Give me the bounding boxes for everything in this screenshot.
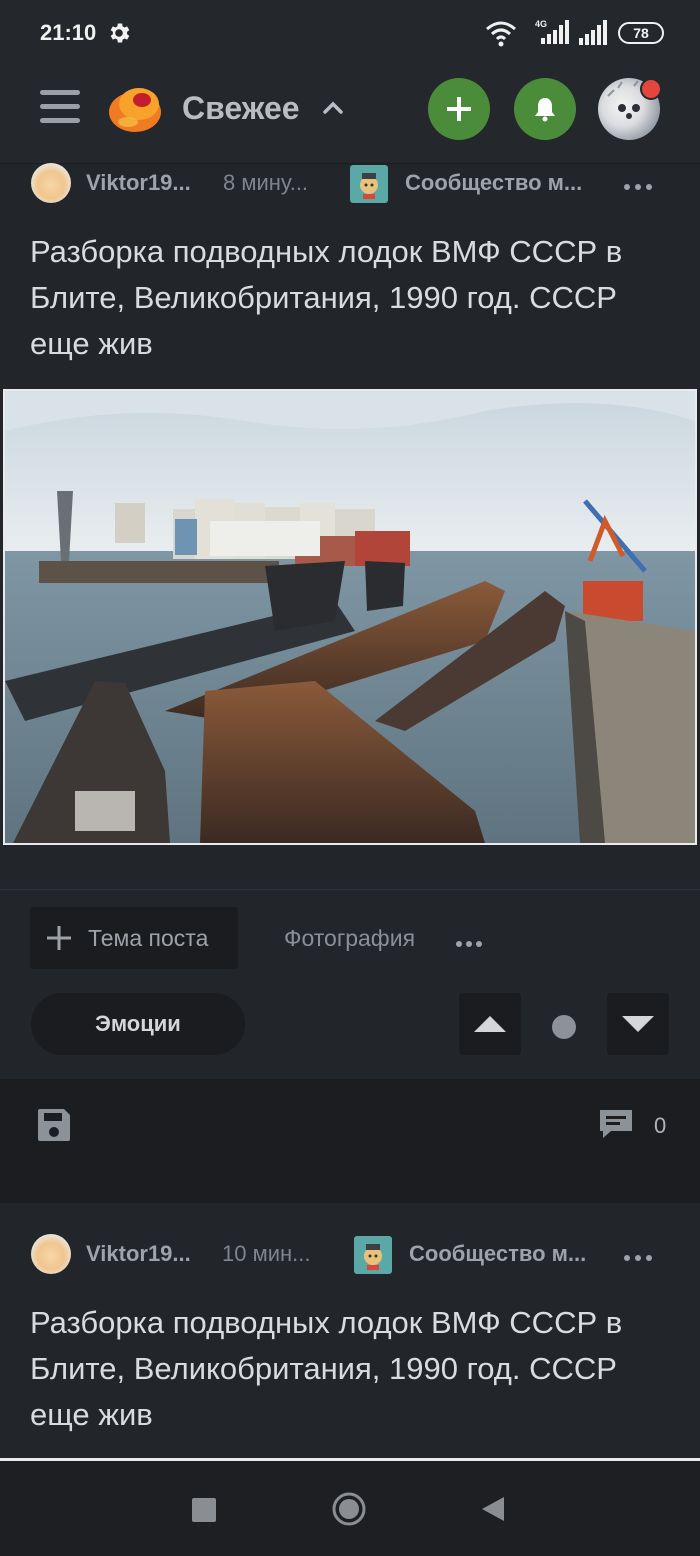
recent-apps-button[interactable] — [192, 1498, 216, 1522]
author-name[interactable]: Viktor19... — [86, 170, 210, 196]
feed-selector[interactable]: Свежее — [182, 90, 300, 127]
arrow-down-icon — [622, 1016, 654, 1032]
notifications-button[interactable] — [514, 78, 576, 140]
status-bar: 21:10 4G 78 — [0, 0, 700, 66]
author-name[interactable]: Viktor19... — [86, 1241, 210, 1267]
add-tag-button[interactable]: Тема поста — [30, 907, 238, 969]
signal-4g-icon: 4G — [535, 19, 569, 44]
system-nav-bar — [0, 1461, 700, 1556]
back-button[interactable] — [480, 1495, 506, 1523]
post-meta: Viktor19... 8 мину... Сообщество м... — [0, 163, 700, 203]
menu-icon[interactable] — [40, 90, 80, 126]
author-avatar[interactable] — [31, 1234, 71, 1274]
bell-icon — [535, 98, 555, 122]
add-icon — [447, 97, 471, 121]
post-actions: 0 — [0, 1079, 700, 1203]
status-time: 21:10 — [40, 20, 97, 45]
profile-avatar[interactable] — [598, 78, 662, 142]
community-icon[interactable] — [350, 165, 388, 203]
emotions-button[interactable]: Эмоции — [31, 993, 245, 1055]
arrow-up-icon — [474, 1016, 506, 1032]
network-type: 4G — [535, 19, 547, 29]
rating-indicator — [552, 1015, 576, 1039]
save-icon[interactable] — [36, 1107, 72, 1143]
comment-icon[interactable] — [597, 1107, 635, 1141]
post-time: 10 мин... — [222, 1241, 311, 1266]
post-photo[interactable] — [3, 389, 697, 845]
upvote-button[interactable] — [459, 993, 521, 1055]
chevron-up-icon[interactable] — [320, 96, 346, 120]
plus-icon — [47, 926, 71, 950]
community-icon[interactable] — [354, 1236, 392, 1274]
author-avatar[interactable] — [31, 163, 71, 203]
post-meta: Viktor19... 10 мин... Сообщество м... — [0, 1234, 700, 1274]
post-time: 8 мину... — [223, 170, 309, 195]
home-button[interactable] — [331, 1491, 367, 1527]
more-options-icon[interactable] — [624, 177, 658, 190]
battery-indicator: 78 — [618, 22, 664, 44]
community-name[interactable]: Сообщество м... — [405, 170, 582, 196]
comment-count[interactable]: 0 — [654, 1113, 666, 1139]
tag-photo[interactable]: Фотография — [284, 925, 415, 952]
add-post-button[interactable] — [428, 78, 490, 140]
signal-icon — [579, 20, 607, 45]
notification-badge — [640, 78, 662, 100]
divider — [0, 889, 700, 890]
app-header: Свежее — [0, 66, 700, 164]
post-title[interactable]: Разборка подводных лодок ВМФ СССР в Блит… — [30, 229, 630, 367]
logo[interactable] — [106, 80, 164, 136]
add-tag-label: Тема поста — [88, 925, 209, 951]
community-name[interactable]: Сообщество м... — [409, 1241, 586, 1267]
wifi-icon — [486, 21, 516, 47]
more-tags-icon[interactable] — [456, 934, 486, 947]
post-title[interactable]: Разборка подводных лодок ВМФ СССР в Блит… — [30, 1300, 630, 1438]
downvote-button[interactable] — [607, 993, 669, 1055]
more-options-icon[interactable] — [624, 1248, 658, 1261]
gear-icon — [110, 23, 130, 43]
